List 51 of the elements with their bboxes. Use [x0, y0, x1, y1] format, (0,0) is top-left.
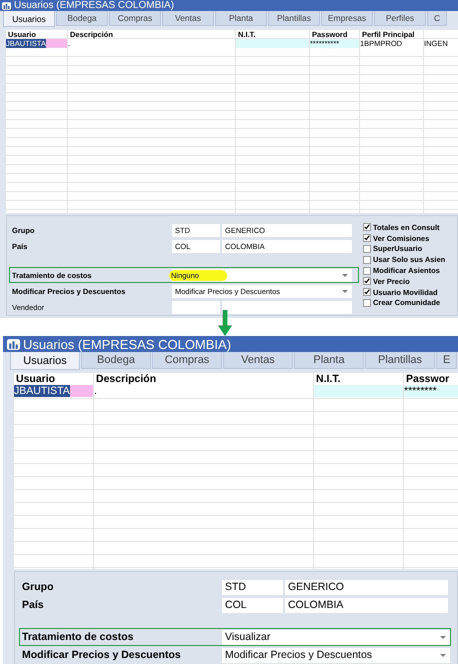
tab[interactable]: Compras	[152, 352, 222, 369]
table-cell: .	[94, 385, 313, 397]
column-header: Usuario	[16, 373, 56, 385]
field-label: Modificar Precios y Descuentos	[21, 649, 182, 661]
tab[interactable]: Usuarios	[10, 352, 80, 370]
checkbox[interactable]	[363, 298, 371, 307]
input-field[interactable]: COLOMBIA	[284, 598, 448, 612]
arrow	[215, 310, 235, 336]
dropdown-field[interactable]: Visualizar	[222, 630, 450, 644]
tab[interactable]: C	[427, 11, 448, 26]
caret-icon	[439, 652, 447, 658]
checkbox[interactable]	[363, 266, 371, 275]
tab[interactable]: Ventas	[162, 11, 214, 26]
table-cell: ********	[404, 385, 458, 397]
caret-icon	[439, 634, 447, 640]
dropdown-field[interactable]: Modificar Precios y Descuentos	[222, 648, 450, 662]
tab[interactable]: Planta	[215, 11, 267, 26]
tab[interactable]: Empresas	[321, 11, 373, 26]
checkbox[interactable]	[363, 244, 371, 253]
caret-icon	[341, 288, 349, 294]
tab[interactable]: Planta	[294, 352, 364, 369]
checkbox[interactable]	[363, 234, 371, 242]
field-label: Tratamiento de costos	[21, 631, 134, 643]
input-field[interactable]: STD	[222, 580, 283, 594]
field-label: País	[21, 599, 45, 611]
tab[interactable]: Plantillas	[365, 352, 435, 369]
input-field[interactable]	[222, 300, 352, 314]
input-field[interactable]	[172, 300, 220, 314]
tab[interactable]: Usuarios	[3, 11, 55, 27]
checkbox[interactable]	[363, 256, 371, 264]
tab[interactable]: Compras	[109, 11, 161, 26]
checkbox[interactable]	[363, 288, 371, 296]
table-cell: JBAUTISTA	[14, 385, 93, 397]
field-label: Grupo	[21, 581, 54, 593]
tab[interactable]: E	[436, 352, 458, 369]
input-field[interactable]: COL	[222, 598, 283, 612]
tab[interactable]: Bodega	[81, 352, 151, 369]
column-header: Descripción	[96, 373, 156, 385]
tab[interactable]: Bodega	[56, 11, 108, 26]
tab[interactable]: Ventas	[223, 352, 293, 369]
caret-icon	[341, 272, 349, 278]
window-title: Usuarios (EMPRESAS COLOMBIA)	[14, 0, 174, 11]
tab[interactable]: Plantillas	[268, 11, 320, 26]
column-header: N.I.T.	[316, 373, 341, 385]
window-title: Usuarios (EMPRESAS COLOMBIA)	[23, 336, 232, 352]
app-icon	[7, 338, 20, 350]
tab[interactable]: Perfiles	[374, 11, 426, 26]
input-field[interactable]: GENERICO	[284, 580, 448, 594]
checkbox[interactable]	[363, 277, 371, 286]
checkbox[interactable]	[363, 223, 371, 232]
column-header: Passwor	[406, 373, 450, 385]
